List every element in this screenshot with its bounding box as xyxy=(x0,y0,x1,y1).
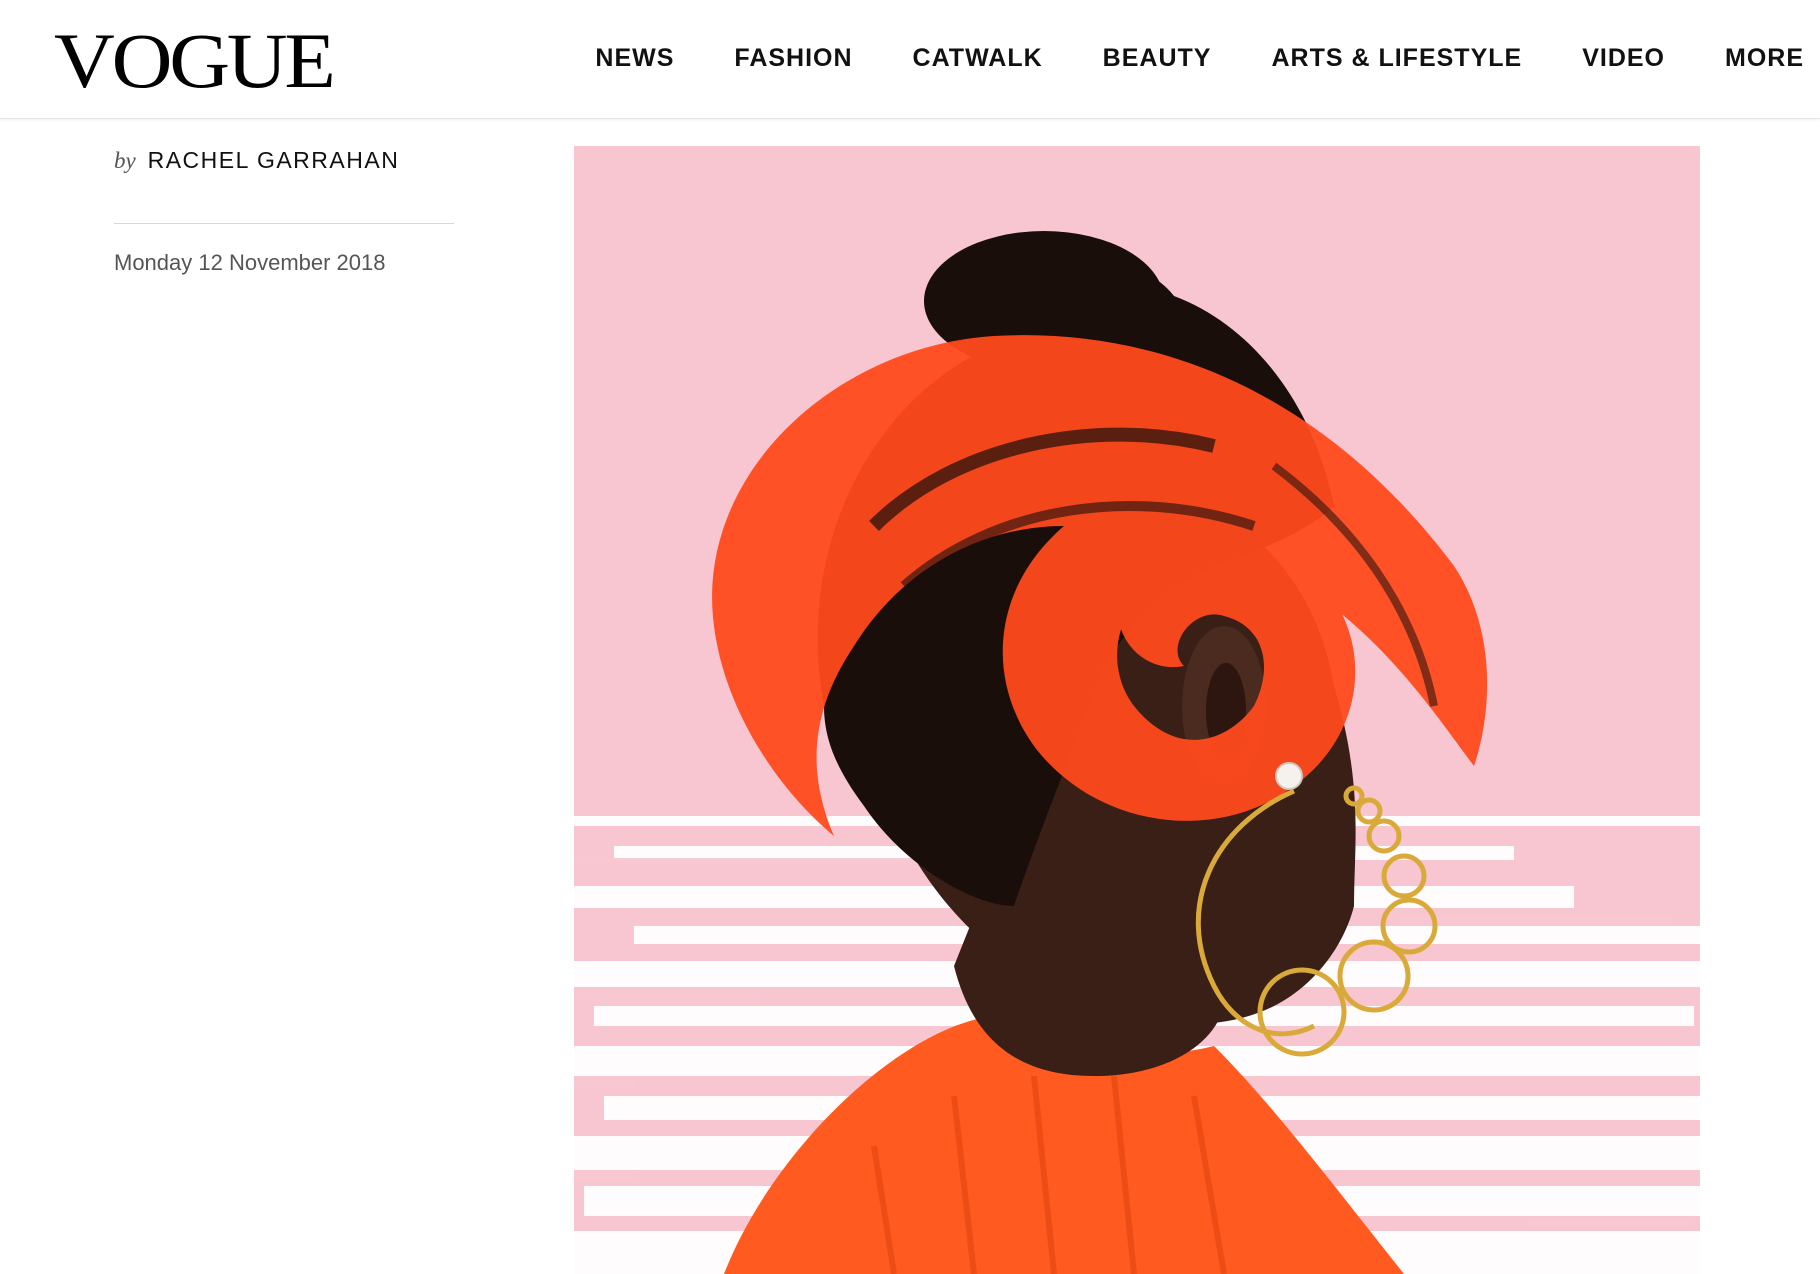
portrait-illustration-icon xyxy=(574,146,1700,1274)
meta-divider xyxy=(114,223,454,224)
nav-item-video[interactable]: VIDEO xyxy=(1582,38,1665,78)
vogue-logo[interactable]: VOGUE xyxy=(54,22,336,100)
nav-item-news[interactable]: NEWS xyxy=(595,38,674,78)
nav-item-catwalk[interactable]: CATWALK xyxy=(913,38,1043,78)
nav-item-fashion[interactable]: FASHION xyxy=(734,38,852,78)
publish-date: Monday 12 November 2018 xyxy=(114,250,386,275)
article-meta: by RACHEL GARRAHAN Monday 12 November 20… xyxy=(114,140,454,276)
hero-image xyxy=(574,146,1700,1274)
nav-item-arts-lifestyle[interactable]: ARTS & LIFESTYLE xyxy=(1271,38,1522,78)
byline: by RACHEL GARRAHAN xyxy=(114,140,454,181)
byline-prefix: by xyxy=(114,148,136,173)
site-header: VOGUE NEWS FASHION CATWALK BEAUTY ARTS &… xyxy=(0,0,1820,119)
author-link[interactable]: RACHEL GARRAHAN xyxy=(148,147,400,173)
main-nav: NEWS FASHION CATWALK BEAUTY ARTS & LIFES… xyxy=(535,38,1804,78)
nav-item-beauty[interactable]: BEAUTY xyxy=(1103,38,1212,78)
nav-item-more[interactable]: MORE xyxy=(1725,38,1804,78)
